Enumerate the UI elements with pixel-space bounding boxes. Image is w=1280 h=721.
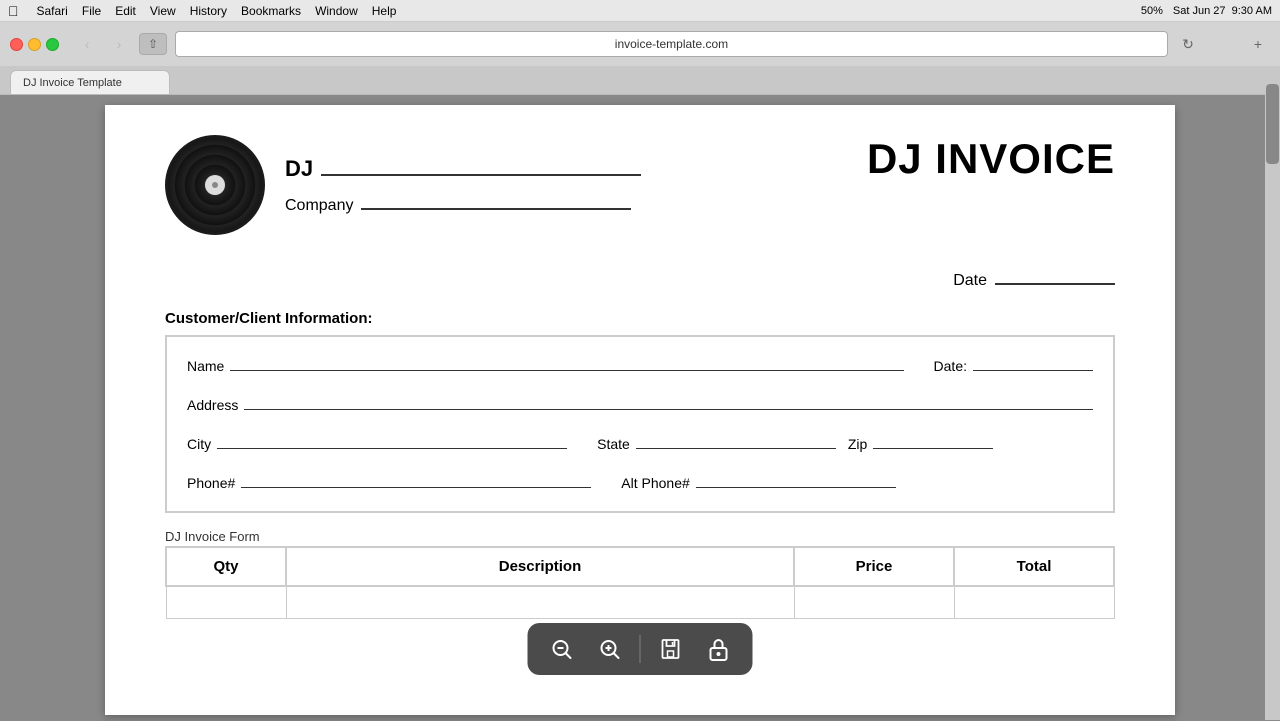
- col-header-description: Description: [286, 547, 794, 586]
- traffic-lights: [10, 38, 59, 51]
- vinyl-center: [205, 175, 225, 195]
- company-label: Company: [285, 197, 353, 215]
- phone-row: Phone# Alt Phone#: [187, 470, 1093, 491]
- invoice-title-section: DJ INVOICE: [867, 135, 1115, 183]
- menu-file[interactable]: File: [82, 4, 101, 18]
- menu-window[interactable]: Window: [315, 4, 358, 18]
- url-display: invoice-template.com: [615, 37, 728, 51]
- row1-price[interactable]: [794, 586, 954, 618]
- city-field[interactable]: [217, 431, 567, 449]
- name-field[interactable]: [230, 353, 903, 371]
- share-button[interactable]: ⇧: [139, 33, 167, 55]
- browser-tabs: DJ Invoice Template: [0, 66, 1280, 94]
- zip-field[interactable]: [873, 431, 993, 449]
- lock-button[interactable]: [701, 631, 737, 667]
- col-header-price: Price: [794, 547, 954, 586]
- dj-name-row: DJ: [285, 156, 641, 182]
- zoom-out-button[interactable]: [544, 631, 580, 667]
- dj-name-field[interactable]: [321, 156, 641, 176]
- browser-chrome: ‹ › ⇧ invoice-template.com ↻ + DJ Invoic…: [0, 22, 1280, 95]
- invoice-header: DJ Company DJ INVOICE: [165, 135, 1115, 235]
- name-date-row: Name Date:: [187, 353, 1093, 374]
- forward-button[interactable]: ›: [107, 32, 131, 56]
- address-bar[interactable]: invoice-template.com: [175, 31, 1168, 57]
- back-button[interactable]: ‹: [75, 32, 99, 56]
- invoice-date-field[interactable]: [995, 265, 1115, 285]
- date-time: Sat Jun 27 9:30 AM: [1173, 5, 1272, 17]
- name-label: Name: [187, 358, 224, 374]
- dj-label: DJ: [285, 156, 313, 182]
- state-label: State: [597, 436, 630, 452]
- row1-qty[interactable]: [166, 586, 286, 618]
- save-button[interactable]: [653, 631, 689, 667]
- table-row: [166, 586, 1114, 618]
- phone-field[interactable]: [241, 470, 591, 488]
- browser-toolbar: ‹ › ⇧ invoice-template.com ↻ +: [0, 22, 1280, 66]
- paper-document: DJ Company DJ INVOICE Date C: [105, 105, 1175, 715]
- menu-edit[interactable]: Edit: [115, 4, 136, 18]
- col-header-total: Total: [954, 547, 1114, 586]
- scrollbar-track[interactable]: [1265, 74, 1280, 720]
- menu-bookmarks[interactable]: Bookmarks: [241, 4, 301, 18]
- dj-info: DJ Company: [285, 156, 641, 215]
- vinyl-dot: [212, 182, 218, 188]
- pdf-toolbar: [528, 623, 753, 675]
- form-section-label: DJ Invoice Form: [165, 529, 1115, 544]
- client-date-field[interactable]: [973, 353, 1093, 371]
- company-row: Company: [285, 190, 641, 215]
- alt-phone-label: Alt Phone#: [621, 475, 690, 491]
- alt-phone-field[interactable]: [696, 470, 896, 488]
- menubar:  Safari File Edit View History Bookmark…: [0, 0, 1280, 22]
- zoom-in-button[interactable]: [592, 631, 628, 667]
- tab-title: DJ Invoice Template: [23, 77, 122, 89]
- invoice-title: DJ INVOICE: [867, 135, 1115, 183]
- menu-safari[interactable]: Safari: [37, 4, 68, 18]
- row1-total[interactable]: [954, 586, 1114, 618]
- page-container: DJ Company DJ INVOICE Date C: [0, 95, 1280, 721]
- customer-info-box: Name Date: Address City State Zip: [165, 335, 1115, 513]
- apple-menu[interactable]: : [8, 3, 19, 19]
- minimize-button[interactable]: [28, 38, 41, 51]
- menu-help[interactable]: Help: [372, 4, 397, 18]
- city-label: City: [187, 436, 211, 452]
- col-header-qty: Qty: [166, 547, 286, 586]
- active-tab[interactable]: DJ Invoice Template: [10, 70, 170, 94]
- invoice-table: Qty Description Price Total: [165, 546, 1115, 619]
- address-row: Address: [187, 392, 1093, 413]
- toolbar-divider: [640, 635, 641, 663]
- dj-branding: DJ Company: [165, 135, 641, 235]
- company-name-field[interactable]: [361, 190, 631, 210]
- maximize-button[interactable]: [46, 38, 59, 51]
- address-field[interactable]: [244, 392, 1093, 410]
- battery-status: 50%: [1141, 5, 1163, 17]
- zip-label: Zip: [848, 436, 867, 452]
- reload-button[interactable]: ↻: [1176, 32, 1200, 56]
- customer-section-label: Customer/Client Information:: [165, 310, 1115, 327]
- date-row: Date: [953, 265, 1115, 290]
- address-label: Address: [187, 397, 238, 413]
- date-section: Date: [165, 265, 1115, 290]
- close-button[interactable]: [10, 38, 23, 51]
- row1-description[interactable]: [286, 586, 794, 618]
- new-tab-button[interactable]: +: [1246, 32, 1270, 56]
- vinyl-record-icon: [165, 135, 265, 235]
- date-field-label: Date:: [934, 358, 967, 374]
- state-field[interactable]: [636, 431, 836, 449]
- menu-history[interactable]: History: [190, 4, 227, 18]
- menu-view[interactable]: View: [150, 4, 176, 18]
- scrollbar-thumb[interactable]: [1266, 84, 1279, 164]
- phone-label: Phone#: [187, 475, 235, 491]
- date-label: Date: [953, 272, 987, 290]
- city-state-zip-row: City State Zip: [187, 431, 1093, 452]
